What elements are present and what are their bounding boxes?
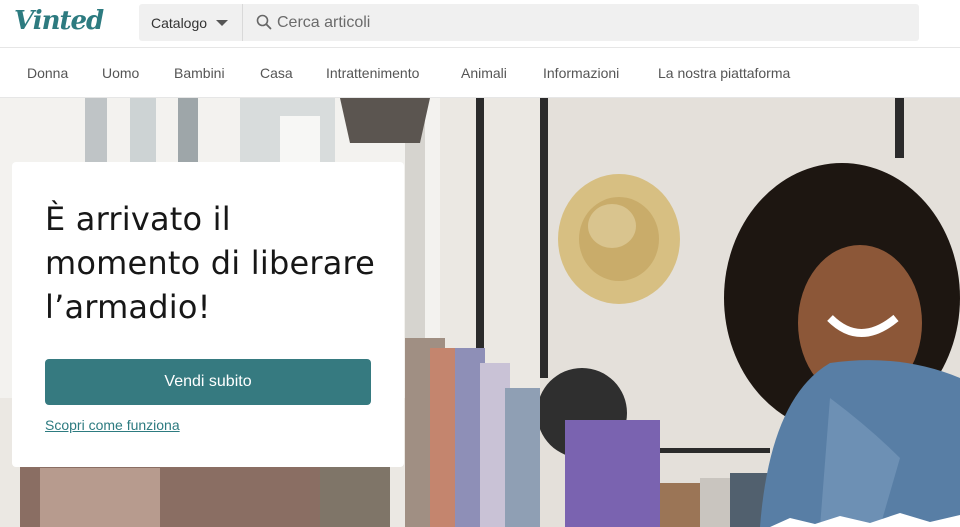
nav-item-uomo[interactable]: Uomo	[102, 65, 139, 81]
hero-card: È arrivato il momento di liberare l’arma…	[12, 162, 404, 467]
nav-item-donna[interactable]: Donna	[27, 65, 68, 81]
how-it-works-link[interactable]: Scopri come funziona	[45, 417, 180, 433]
hero-title: È arrivato il momento di liberare l’arma…	[45, 200, 376, 326]
nav-item-animali[interactable]: Animali	[461, 65, 507, 81]
search-input[interactable]	[277, 4, 897, 41]
catalog-dropdown[interactable]: Catalogo	[139, 4, 243, 41]
nav-item-casa[interactable]: Casa	[260, 65, 293, 81]
search-bar: Catalogo	[139, 4, 919, 41]
search-icon	[256, 14, 272, 30]
nav-item-informazioni[interactable]: Informazioni	[543, 65, 619, 81]
vinted-logo[interactable]: Vinted	[14, 6, 104, 36]
top-header: Vinted Catalogo	[0, 0, 960, 48]
nav-item-intrattenimento[interactable]: Intrattenimento	[326, 65, 419, 81]
chevron-down-icon	[216, 20, 229, 26]
sell-now-button[interactable]: Vendi subito	[45, 359, 371, 405]
catalog-label: Catalogo	[151, 14, 208, 31]
nav-item-la-nostra-piattaforma[interactable]: La nostra piattaforma	[658, 65, 790, 81]
hero-banner: È arrivato il momento di liberare l’arma…	[0, 98, 960, 527]
category-nav: Donna Uomo Bambini Casa Intrattenimento …	[0, 49, 960, 98]
nav-item-bambini[interactable]: Bambini	[174, 65, 225, 81]
